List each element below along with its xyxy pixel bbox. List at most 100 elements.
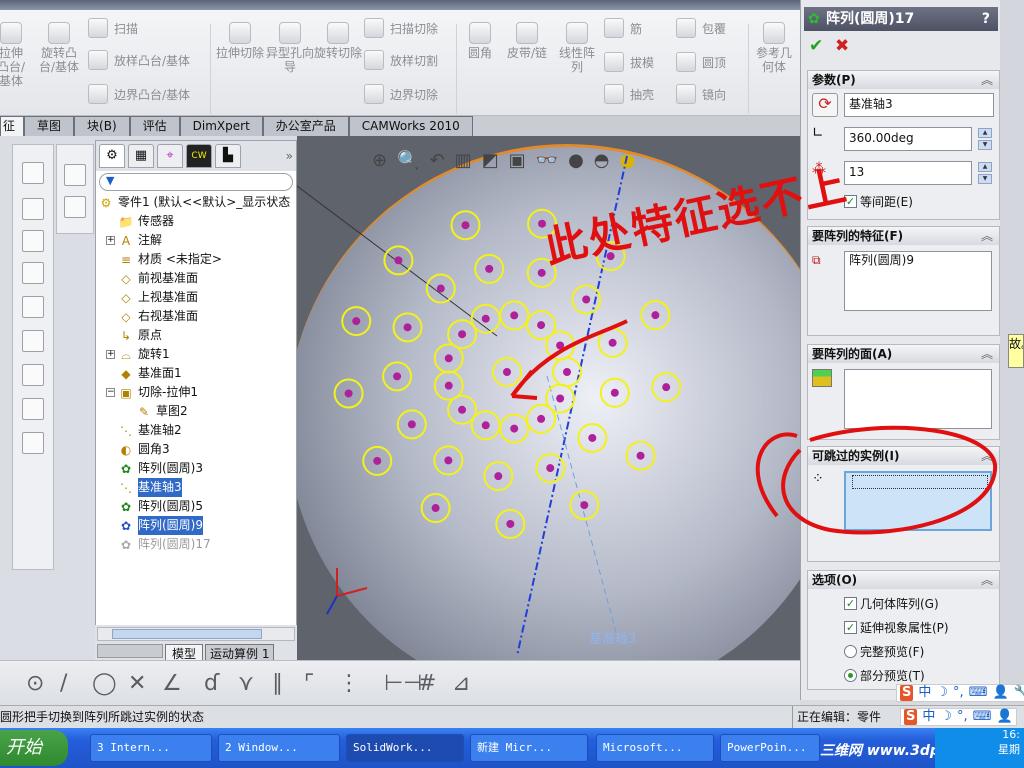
propagate-visual-checkbox[interactable]: ✓ 延伸视象属性(P) [844, 619, 949, 636]
task-word[interactable]: 新建 Micr... [470, 734, 588, 762]
mirror-button[interactable]: 镜向 [676, 84, 726, 104]
start-button[interactable]: 开始 [0, 730, 68, 766]
revolve-cut-button[interactable]: 旋转切除 [314, 22, 362, 60]
tool-icon[interactable] [64, 196, 86, 218]
task-powerpoint[interactable]: PowerPoin... [720, 734, 820, 762]
horizontal-scrollbar[interactable] [97, 627, 295, 641]
hole-wizard-button[interactable]: 异型孔向导 [266, 22, 314, 74]
tool-icon[interactable] [64, 164, 86, 186]
tree-item[interactable]: ≡ 材质 <未指定> [118, 250, 222, 269]
tree-item[interactable]: ◇ 右视基准面 [118, 307, 198, 326]
extrude-cut-button[interactable]: 拉伸切除 [216, 22, 264, 60]
tangent-icon[interactable]: ɗ [204, 671, 219, 696]
tree-item[interactable]: ↳ 原点 [118, 326, 162, 345]
extrude-boss-button[interactable]: 拉伸凸台/基体 [0, 22, 28, 88]
ime-toolbar-2[interactable]: S 中 ☽ °, ⌨ 👤 [900, 708, 1017, 726]
tree-item[interactable]: ◆ 基准面1 [118, 364, 181, 383]
tree-item[interactable]: ◇ 上视基准面 [118, 288, 198, 307]
tab-nav-arrows[interactable] [97, 644, 163, 658]
tab-evaluate[interactable]: 评估 [129, 116, 180, 136]
perpendicular-icon[interactable]: ⋎ [238, 671, 254, 696]
parameters-header[interactable]: 参数(P) ︽ [808, 71, 999, 89]
options-header[interactable]: 选项(O) ︽ [808, 571, 999, 589]
tab-blocks[interactable]: 块(B) [74, 116, 130, 136]
draft-button[interactable]: 拔模 [604, 52, 654, 72]
corner-icon[interactable]: ⌜ [304, 671, 314, 696]
tool-icon[interactable] [22, 330, 44, 352]
trim-icon[interactable]: ✕ [128, 671, 146, 696]
circle-icon[interactable]: ⊙ [26, 671, 44, 696]
tree-filter-input[interactable]: ▼ [99, 173, 293, 191]
vertical-icon[interactable]: ⋮ [338, 671, 360, 696]
configuration-manager-tab[interactable]: ⌖ [157, 144, 183, 168]
features-list[interactable]: 阵列(圆周)9 [844, 251, 992, 311]
tree-item[interactable]: ✿ 阵列(圆周)3 [118, 459, 203, 478]
task-microsoft[interactable]: Microsoft... [596, 734, 714, 762]
tab-sketch[interactable]: 草图 [24, 116, 75, 136]
sweep-cut-button[interactable]: 扫描切除 [364, 18, 438, 38]
tool-icon[interactable] [22, 398, 44, 420]
camworks-tab[interactable]: CW [186, 144, 212, 168]
angle-dimension-icon[interactable]: ⊿ [452, 671, 470, 696]
features-header[interactable]: 要阵列的特征(F) ︽ [808, 227, 999, 245]
tree-item[interactable]: ✿ 阵列(圆周)9 [118, 516, 203, 535]
angle-stepper[interactable]: ▲ ▼ [978, 128, 992, 150]
tab-office-products[interactable]: 办公室产品 [262, 116, 349, 136]
tool-icon[interactable] [22, 296, 44, 318]
tree-item[interactable]: ✿ 阵列(圆周)17 [118, 535, 211, 554]
angle-icon[interactable]: ∠ [162, 671, 182, 696]
tool-icon[interactable] [22, 364, 44, 386]
more-tabs-button[interactable]: » [286, 144, 293, 168]
feature-manager-tab[interactable]: ⚙ [99, 144, 125, 168]
fillet-button[interactable]: 圆角 [460, 22, 500, 60]
tree-item[interactable]: ⋱ 基准轴3 [118, 478, 182, 497]
reference-geometry-button[interactable]: 参考几何体 [752, 22, 796, 74]
count-stepper[interactable]: ▲ ▼ [978, 162, 992, 184]
geometry-pattern-checkbox[interactable]: ✓ 几何体阵列(G) [844, 595, 939, 612]
expand-toggle[interactable]: + [106, 236, 115, 245]
ok-button[interactable]: ✔ [809, 36, 823, 56]
task-windows-explorer[interactable]: 2 Window... [218, 734, 340, 762]
horizontal-dimension-icon[interactable]: ⊢⊣ [384, 671, 422, 696]
grid-icon[interactable]: # [418, 671, 436, 696]
expand-toggle[interactable]: + [106, 350, 115, 359]
rib-button[interactable]: 筋 [604, 18, 642, 38]
tree-item[interactable]: ⋱ 基准轴2 [118, 421, 182, 440]
tool-icon[interactable] [22, 432, 44, 454]
tool-icon[interactable] [22, 198, 44, 220]
linear-pattern-button[interactable]: 线性阵列 [554, 22, 600, 74]
property-manager-tab[interactable]: ▦ [128, 144, 154, 168]
tab-dimxpert[interactable]: DimXpert [179, 116, 263, 136]
reverse-direction-button[interactable]: ⟳ [812, 93, 838, 117]
boundary-cut-button[interactable]: 边界切除 [364, 84, 438, 104]
help-button[interactable]: ? [982, 7, 990, 31]
equal-spacing-checkbox[interactable]: ✓ 等间距(E) [844, 193, 913, 210]
expand-toggle[interactable]: − [106, 388, 115, 397]
ime-toolbar[interactable]: S 中 ☽ °, ⌨ 👤 🔧 [896, 684, 1024, 702]
tree-item[interactable]: 📁 传感器 [118, 212, 175, 231]
task-solidworks[interactable]: SolidWork... [346, 734, 464, 762]
instance-count-field[interactable]: 13 [844, 161, 972, 185]
display-manager-tab[interactable]: ▙ [215, 144, 241, 168]
angle-field[interactable]: 360.00deg [844, 127, 972, 151]
tree-item[interactable]: ▣ 切除-拉伸1 [118, 383, 198, 402]
tree-item[interactable]: ⌓ 旋转1 [118, 345, 169, 364]
line-icon[interactable]: / [60, 671, 67, 696]
dome-button[interactable]: 圆顶 [676, 52, 726, 72]
wrap-button[interactable]: 包覆 [676, 18, 726, 38]
tool-icon[interactable] [22, 162, 44, 184]
tab-camworks[interactable]: CAMWorks 2010 [348, 116, 473, 136]
tree-item[interactable]: ◐ 圆角3 [118, 440, 170, 459]
tree-root[interactable]: ⚙ 零件1 (默认<<默认>_显示状态 [98, 193, 291, 212]
tree-item[interactable]: A 注解 [118, 231, 162, 250]
sweep-button[interactable]: 扫描 [88, 18, 138, 38]
loft-button[interactable]: 放样凸台/基体 [88, 50, 190, 70]
revolve-boss-button[interactable]: 旋转凸台/基体 [34, 22, 84, 74]
tab-features[interactable]: 征 [0, 116, 25, 136]
list-item[interactable]: 阵列(圆周)9 [849, 253, 914, 267]
shell-button[interactable]: 抽壳 [604, 84, 654, 104]
pattern-axis-field[interactable]: 基准轴3 [844, 93, 994, 117]
parallel-icon[interactable]: ∥ [272, 671, 283, 696]
tree-item[interactable]: ✎ 草图2 [136, 402, 188, 421]
task-internet-explorer[interactable]: 3 Intern... [90, 734, 212, 762]
